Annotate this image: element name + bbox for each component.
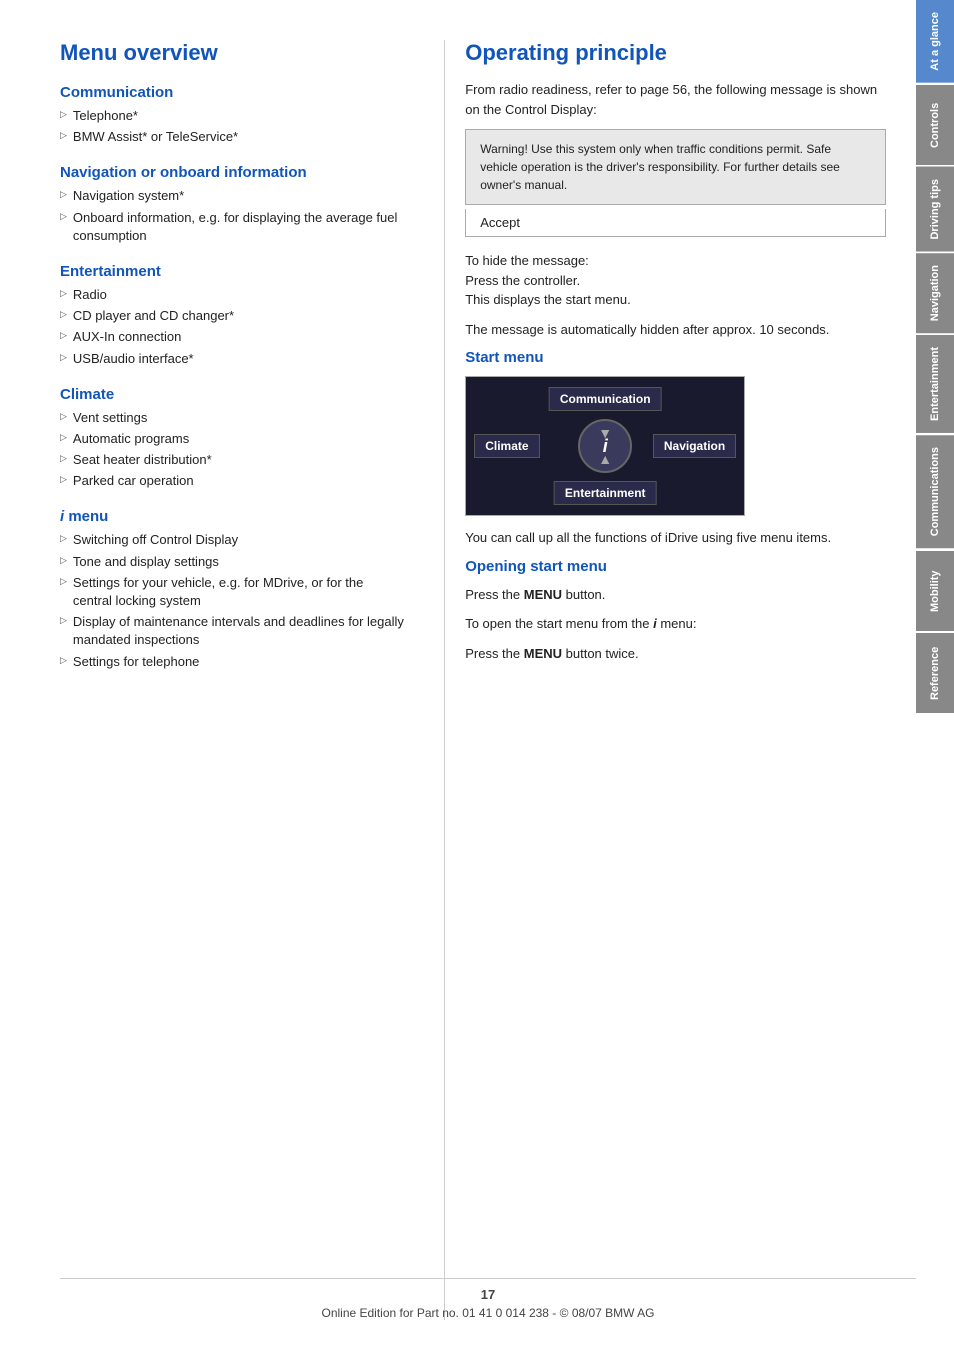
navigation-list: ▷ Navigation system* ▷ Onboard informati… <box>60 187 404 245</box>
tab-mobility[interactable]: Mobility <box>916 551 954 631</box>
bullet-icon: ▷ <box>60 308 67 321</box>
idrive-label-navigation: Navigation <box>653 434 736 458</box>
bullet-icon: ▷ <box>60 473 67 486</box>
idrive-label-communication: Communication <box>549 387 662 411</box>
tab-reference[interactable]: Reference <box>916 633 954 713</box>
navigation-heading: Navigation or onboard information <box>60 164 404 181</box>
arrow-down-top: ▼ <box>598 425 612 441</box>
opening-step3: Press the MENU button twice. <box>465 644 886 664</box>
right-column: Operating principle From radio readiness… <box>455 40 886 1320</box>
tab-controls[interactable]: Controls <box>916 85 954 165</box>
left-column: Menu overview Communication ▷ Telephone*… <box>60 40 434 1320</box>
imenu-heading: i menu <box>60 508 404 525</box>
tab-bar: At a glance Controls Driving tips Naviga… <box>916 0 954 1350</box>
imenu-suffix: menu <box>64 508 108 525</box>
list-item: ▷ Onboard information, e.g. for displayi… <box>60 209 404 245</box>
bullet-icon: ▷ <box>60 532 67 545</box>
list-item: ▷ Telephone* <box>60 107 404 125</box>
bullet-icon: ▷ <box>60 287 67 300</box>
bullet-icon: ▷ <box>60 188 67 201</box>
bullet-icon: ▷ <box>60 108 67 121</box>
list-item: ▷ Tone and display settings <box>60 553 404 571</box>
opening-start-title: Opening start menu <box>465 558 886 575</box>
column-divider <box>444 40 445 1320</box>
list-item: ▷ Settings for your vehicle, e.g. for MD… <box>60 574 404 610</box>
list-item: ▷ Automatic programs <box>60 430 404 448</box>
list-item: ▷ BMW Assist* or TeleService* <box>60 128 404 146</box>
hide-message-text: To hide the message: Press the controlle… <box>465 251 886 310</box>
communication-heading: Communication <box>60 84 404 101</box>
menu-keyword-2: MENU <box>524 646 562 661</box>
intro-text: From radio readiness, refer to page 56, … <box>465 80 886 119</box>
bullet-icon: ▷ <box>60 351 67 364</box>
list-item: ▷ Display of maintenance intervals and d… <box>60 613 404 649</box>
imenu-list: ▷ Switching off Control Display ▷ Tone a… <box>60 531 404 670</box>
tab-at-glance[interactable]: At a glance <box>916 0 954 83</box>
auto-hide-text: The message is automatically hidden afte… <box>465 320 886 340</box>
warning-box: Warning! Use this system only when traff… <box>465 129 886 205</box>
bullet-icon: ▷ <box>60 210 67 223</box>
warning-text: Warning! Use this system only when traff… <box>480 142 840 192</box>
page-footer: 17 Online Edition for Part no. 01 41 0 0… <box>60 1278 916 1320</box>
bullet-icon: ▷ <box>60 410 67 423</box>
entertainment-list: ▷ Radio ▷ CD player and CD changer* ▷ AU… <box>60 286 404 368</box>
list-item: ▷ Settings for telephone <box>60 653 404 671</box>
menu-overview-title: Menu overview <box>60 40 404 66</box>
idrive-label-entertainment: Entertainment <box>554 481 657 505</box>
climate-list: ▷ Vent settings ▷ Automatic programs ▷ S… <box>60 409 404 491</box>
idrive-description: You can call up all the functions of iDr… <box>465 528 886 548</box>
bullet-icon: ▷ <box>60 575 67 588</box>
arrow-up-bottom: ▲ <box>598 451 612 467</box>
idrive-diagram: Communication Climate i Navigation Enter… <box>465 376 745 516</box>
entertainment-heading: Entertainment <box>60 263 404 280</box>
list-item: ▷ AUX-In connection <box>60 328 404 346</box>
idrive-label-climate: Climate <box>474 434 539 458</box>
list-item: ▷ USB/audio interface* <box>60 350 404 368</box>
tab-communications[interactable]: Communications <box>916 435 954 548</box>
opening-step2: To open the start menu from the i menu: <box>465 614 886 634</box>
start-menu-title: Start menu <box>465 349 886 366</box>
page-number: 17 <box>60 1287 916 1302</box>
list-item: ▷ Navigation system* <box>60 187 404 205</box>
operating-principle-title: Operating principle <box>465 40 886 66</box>
list-item: ▷ Switching off Control Display <box>60 531 404 549</box>
list-item: ▷ CD player and CD changer* <box>60 307 404 325</box>
list-item: ▷ Radio <box>60 286 404 304</box>
bullet-icon: ▷ <box>60 614 67 627</box>
opening-step1: Press the MENU button. <box>465 585 886 605</box>
tab-entertainment[interactable]: Entertainment <box>916 335 954 433</box>
main-content: Menu overview Communication ▷ Telephone*… <box>0 0 916 1350</box>
bullet-icon: ▷ <box>60 129 67 142</box>
bullet-icon: ▷ <box>60 554 67 567</box>
climate-heading: Climate <box>60 386 404 403</box>
accept-label: Accept <box>480 215 520 230</box>
accept-bar: Accept <box>465 209 886 237</box>
bullet-icon: ▷ <box>60 654 67 667</box>
list-item: ▷ Seat heater distribution* <box>60 451 404 469</box>
list-item: ▷ Parked car operation <box>60 472 404 490</box>
tab-navigation[interactable]: Navigation <box>916 253 954 333</box>
communication-list: ▷ Telephone* ▷ BMW Assist* or TeleServic… <box>60 107 404 146</box>
bullet-icon: ▷ <box>60 452 67 465</box>
menu-keyword-1: MENU <box>524 587 562 602</box>
copyright-text: Online Edition for Part no. 01 41 0 014 … <box>60 1306 916 1320</box>
list-item: ▷ Vent settings <box>60 409 404 427</box>
tab-driving-tips[interactable]: Driving tips <box>916 167 954 252</box>
bullet-icon: ▷ <box>60 329 67 342</box>
bullet-icon: ▷ <box>60 431 67 444</box>
